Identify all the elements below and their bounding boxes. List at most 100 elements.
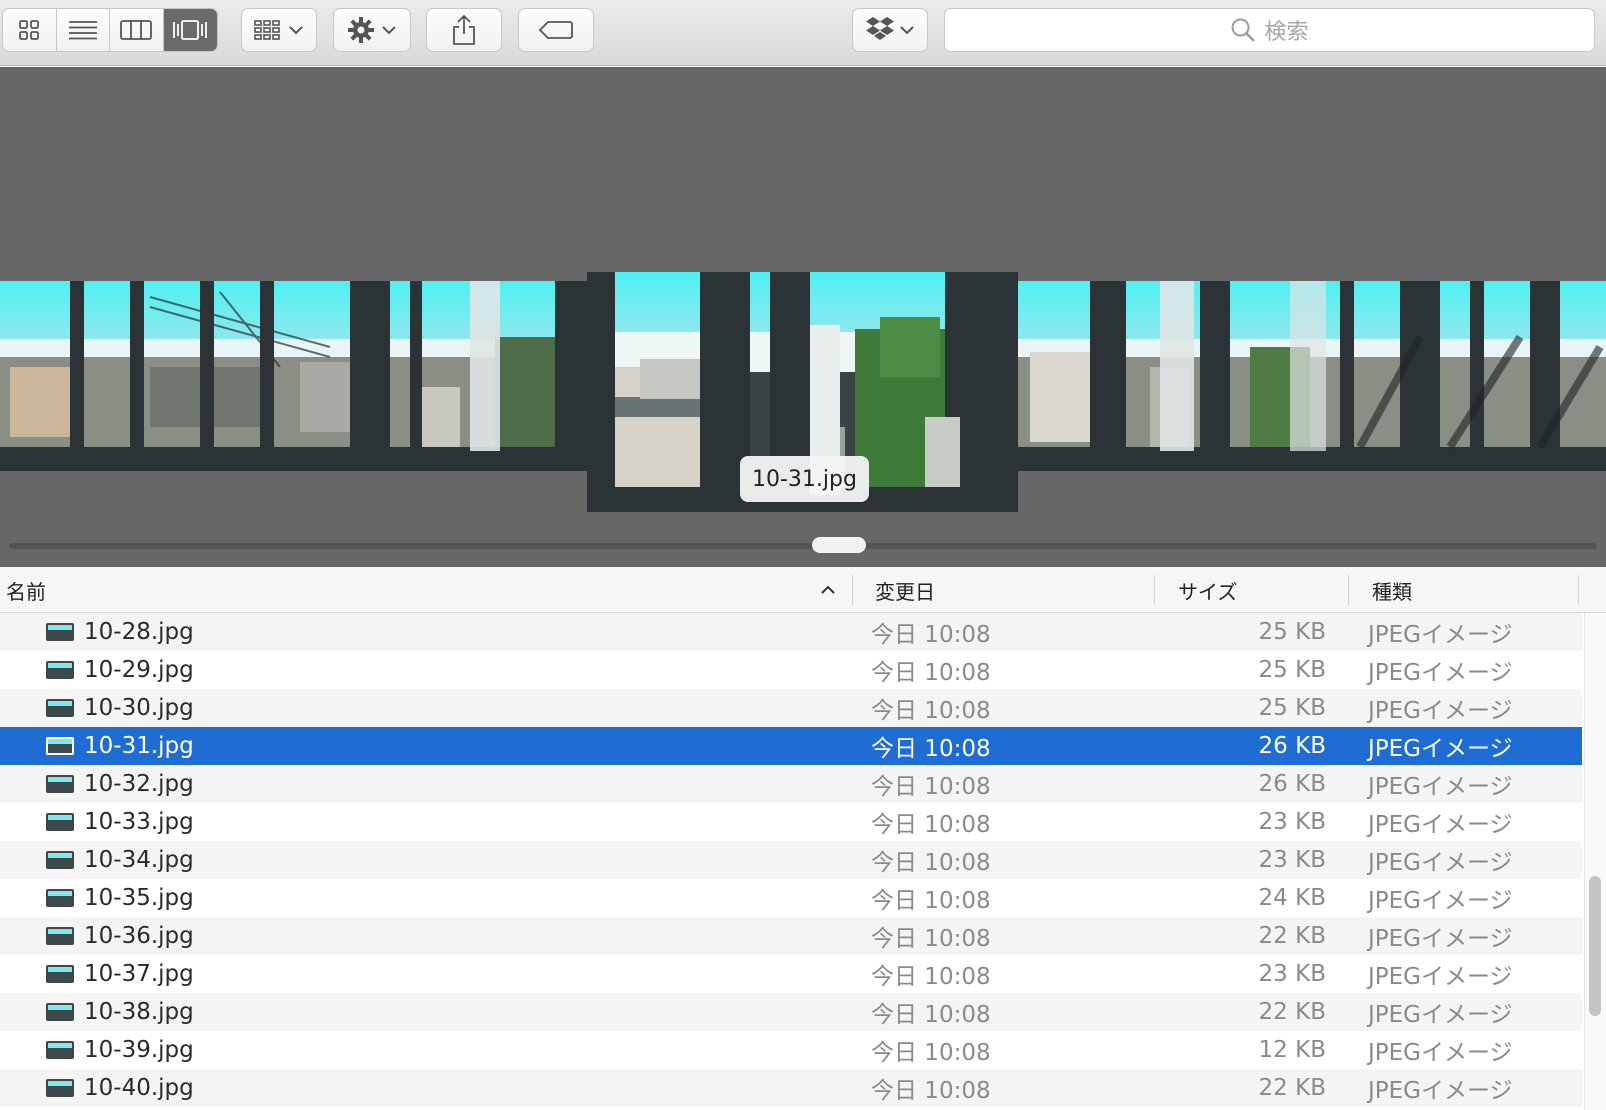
column-divider[interactable] — [1578, 575, 1579, 605]
table-row[interactable]: 10-29.jpg 今日 10:08 25 KB JPEGイメージ — [0, 651, 1582, 689]
table-row[interactable]: 10-35.jpg 今日 10:08 24 KB JPEGイメージ — [0, 879, 1582, 917]
file-name: 10-33.jpg — [84, 809, 194, 835]
column-header-name[interactable]: 名前 — [6, 567, 46, 613]
table-row[interactable]: 10-36.jpg 今日 10:08 22 KB JPEGイメージ — [0, 917, 1582, 955]
cover-flow-scrollbar-track[interactable] — [9, 543, 1597, 549]
file-name: 10-36.jpg — [84, 923, 194, 949]
chevron-down-icon — [289, 26, 303, 35]
column-header-size[interactable]: サイズ — [1178, 567, 1237, 613]
file-kind: JPEGイメージ — [1368, 812, 1513, 838]
file-size: 26 KB — [1258, 771, 1326, 797]
chevron-down-icon — [382, 26, 396, 35]
file-date: 今日 10:08 — [871, 964, 991, 990]
file-name: 10-32.jpg — [84, 771, 194, 797]
chevron-down-icon — [900, 26, 914, 35]
cover-flow-panel: 10-31.jpg — [0, 67, 1606, 567]
file-kind: JPEGイメージ — [1368, 698, 1513, 724]
share-icon — [453, 14, 475, 45]
icon-view-button[interactable] — [3, 9, 57, 51]
column-view-button[interactable] — [110, 9, 164, 51]
file-kind: JPEGイメージ — [1368, 964, 1513, 990]
arrange-button[interactable] — [241, 8, 317, 52]
action-button[interactable] — [333, 8, 411, 52]
file-name: 10-31.jpg — [84, 733, 194, 759]
search-placeholder: 検索 — [1264, 20, 1309, 45]
file-date: 今日 10:08 — [871, 812, 991, 838]
table-row[interactable]: 10-38.jpg 今日 10:08 22 KB JPEGイメージ — [0, 993, 1582, 1031]
search-field[interactable]: 検索 — [944, 8, 1595, 52]
dropbox-button[interactable] — [852, 8, 928, 52]
file-size: 24 KB — [1258, 885, 1326, 911]
jpeg-file-icon — [46, 851, 74, 869]
list-view-button[interactable] — [57, 9, 110, 51]
file-date: 今日 10:08 — [871, 1002, 991, 1028]
column-header-kind[interactable]: 種類 — [1372, 567, 1412, 613]
cover-flow-right-stack[interactable] — [1018, 281, 1606, 471]
file-name: 10-38.jpg — [84, 999, 194, 1025]
jpeg-file-icon — [46, 965, 74, 983]
file-name: 10-40.jpg — [84, 1075, 194, 1101]
search-icon — [1231, 18, 1256, 42]
list-scrollbar-thumb[interactable] — [1589, 876, 1601, 1016]
table-row[interactable]: 10-32.jpg 今日 10:08 26 KB JPEGイメージ — [0, 765, 1582, 803]
sort-ascending-icon — [821, 585, 835, 594]
file-name: 10-35.jpg — [84, 885, 194, 911]
column-header-kind-label: 種類 — [1372, 579, 1412, 604]
column-divider[interactable] — [852, 575, 853, 605]
jpeg-file-icon — [46, 1003, 74, 1021]
table-row-selected[interactable]: 10-31.jpg 今日 10:08 26 KB JPEGイメージ — [0, 727, 1582, 765]
file-list: 10-28.jpg 今日 10:08 25 KB JPEGイメージ 10-29.… — [0, 613, 1582, 1107]
file-size: 23 KB — [1258, 809, 1326, 835]
table-row[interactable]: 10-30.jpg 今日 10:08 25 KB JPEGイメージ — [0, 689, 1582, 727]
column-view-icon — [120, 20, 153, 40]
file-size: 22 KB — [1258, 1075, 1326, 1101]
tag-button[interactable] — [518, 8, 594, 52]
column-header-name-label: 名前 — [6, 579, 46, 604]
file-name: 10-29.jpg — [84, 657, 194, 683]
list-header: 名前 変更日 サイズ 種類 — [0, 567, 1606, 613]
finder-toolbar: 検索 — [0, 0, 1606, 66]
file-date: 今日 10:08 — [871, 660, 991, 686]
file-size: 25 KB — [1258, 619, 1326, 645]
gear-icon — [348, 17, 374, 43]
file-name: 10-34.jpg — [84, 847, 194, 873]
view-mode-segmented-control — [2, 8, 218, 52]
cover-flow-view-icon — [173, 20, 208, 40]
icon-view-icon — [19, 20, 40, 40]
group-arrange-icon — [254, 20, 280, 40]
column-header-size-label: サイズ — [1178, 579, 1238, 604]
file-size: 22 KB — [1258, 999, 1326, 1025]
cover-flow-scrollbar-thumb[interactable] — [812, 537, 866, 553]
share-button[interactable] — [426, 8, 502, 52]
column-divider[interactable] — [1348, 575, 1349, 605]
column-header-date-label: 変更日 — [875, 579, 935, 604]
list-scrollbar-track[interactable] — [1584, 613, 1606, 1110]
column-header-date[interactable]: 変更日 — [875, 567, 935, 613]
tag-icon — [538, 21, 573, 39]
table-row[interactable]: 10-40.jpg 今日 10:08 22 KB JPEGイメージ — [0, 1069, 1582, 1107]
jpeg-file-icon — [46, 889, 74, 907]
cover-flow-view-button[interactable] — [163, 9, 217, 51]
file-size: 25 KB — [1258, 657, 1326, 683]
table-row[interactable]: 10-37.jpg 今日 10:08 23 KB JPEGイメージ — [0, 955, 1582, 993]
table-row[interactable]: 10-39.jpg 今日 10:08 12 KB JPEGイメージ — [0, 1031, 1582, 1069]
file-date: 今日 10:08 — [871, 850, 991, 876]
file-date: 今日 10:08 — [871, 1040, 991, 1066]
file-date: 今日 10:08 — [871, 736, 991, 762]
table-row[interactable]: 10-34.jpg 今日 10:08 23 KB JPEGイメージ — [0, 841, 1582, 879]
column-divider[interactable] — [1154, 575, 1155, 605]
file-size: 22 KB — [1258, 923, 1326, 949]
file-date: 今日 10:08 — [871, 1078, 991, 1104]
file-kind: JPEGイメージ — [1368, 926, 1513, 952]
jpeg-file-icon — [46, 813, 74, 831]
jpeg-file-icon — [46, 1079, 74, 1097]
table-row[interactable]: 10-33.jpg 今日 10:08 23 KB JPEGイメージ — [0, 803, 1582, 841]
cover-flow-left-stack[interactable] — [0, 281, 588, 471]
file-size: 25 KB — [1258, 695, 1326, 721]
table-row[interactable]: 10-28.jpg 今日 10:08 25 KB JPEGイメージ — [0, 613, 1582, 651]
jpeg-file-icon — [46, 623, 74, 641]
file-kind: JPEGイメージ — [1368, 888, 1513, 914]
file-kind: JPEGイメージ — [1368, 1078, 1513, 1104]
file-size: 23 KB — [1258, 847, 1326, 873]
jpeg-file-icon — [46, 775, 74, 793]
